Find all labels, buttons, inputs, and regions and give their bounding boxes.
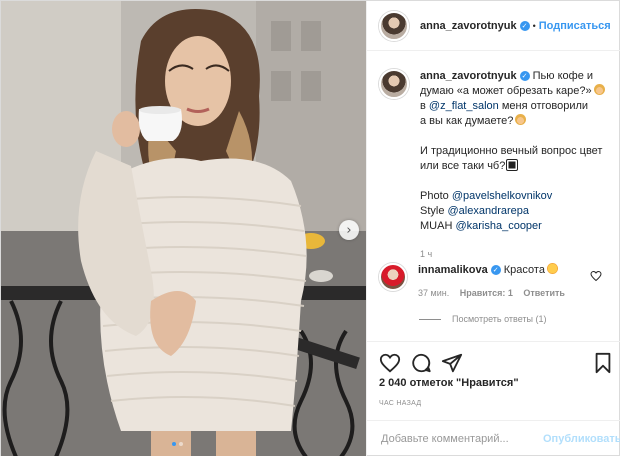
- caption-text: anna_zavorotnyuk ✓ Пью кофе и думаю «а мо…: [420, 69, 615, 262]
- replies-divider-line: [419, 318, 441, 320]
- caption-line3: а вы как думаете?: [420, 115, 514, 127]
- caption-line2-prefix: в: [420, 100, 429, 112]
- comment-like-heart-icon[interactable]: [590, 270, 602, 282]
- caption-timestamp[interactable]: 1 ч: [420, 247, 615, 262]
- person-tipping-hand-emoji-icon: [515, 114, 527, 125]
- mention-link-muah[interactable]: @karisha_cooper: [455, 220, 541, 232]
- avatar[interactable]: [379, 10, 409, 41]
- verified-badge-icon: ✓: [519, 71, 530, 82]
- mention-link-salon[interactable]: @z_flat_salon: [429, 100, 499, 112]
- black-square-button-emoji-icon: [507, 160, 518, 170]
- credit-photo-label: Photo: [420, 190, 452, 202]
- comment-text: Красота: [500, 264, 545, 276]
- carousel-indicator: [172, 442, 183, 446]
- caption-block: anna_zavorotnyuk ✓ Пью кофе и думаю «а мо…: [379, 69, 615, 262]
- credit-muah-label: MUAH: [420, 220, 456, 232]
- carousel-dot: [179, 442, 183, 446]
- comment-username[interactable]: innamalikova: [418, 264, 488, 276]
- mention-link-photo[interactable]: @pavelshelkovnikov: [452, 190, 552, 202]
- comment-meta: 37 мин. Нравится: 1 Ответить: [418, 286, 573, 301]
- post-timestamp[interactable]: ЧАС НАЗАД: [379, 400, 421, 407]
- post-header: anna_zavorotnyuk ✓ • Подписаться: [367, 1, 620, 51]
- likes-count[interactable]: 2 040 отметок "Нравится": [379, 377, 519, 389]
- smiling-face-emoji-icon: [546, 263, 558, 274]
- carousel-next-button[interactable]: ›: [339, 220, 359, 240]
- comment-icon[interactable]: [410, 352, 432, 374]
- add-comment-input[interactable]: [381, 433, 539, 445]
- view-replies-button[interactable]: Посмотреть ответы (1): [419, 314, 547, 324]
- comment-item: innamalikova ✓ Красота 37 мин. Нравится: …: [379, 263, 615, 301]
- share-icon[interactable]: [441, 352, 463, 374]
- header-username[interactable]: anna_zavorotnyuk: [420, 20, 517, 32]
- caption-paragraph-question: И традиционно вечный вопрос цвет или все…: [420, 144, 615, 174]
- verified-badge-icon: ✓: [519, 20, 530, 31]
- comment-time[interactable]: 37 мин.: [418, 288, 449, 298]
- mention-link-style[interactable]: @alexandrarepa: [448, 205, 530, 217]
- bookmark-icon[interactable]: [592, 352, 614, 374]
- instagram-post-modal: › anna_zavorotnyuk ✓ • Подписаться anna_…: [0, 0, 620, 456]
- comment-avatar[interactable]: [379, 263, 407, 291]
- caption-credits: Photo @pavelshelkovnikov Style @alexandr…: [420, 189, 615, 234]
- comment-reply-button[interactable]: Ответить: [523, 288, 565, 298]
- verified-badge-icon: ✓: [490, 265, 501, 276]
- post-photo[interactable]: ›: [1, 1, 366, 456]
- follow-button[interactable]: Подписаться: [539, 20, 611, 32]
- view-replies-label: Посмотреть ответы (1): [452, 314, 547, 324]
- comment-body: innamalikova ✓ Красота 37 мин. Нравится: …: [418, 263, 573, 301]
- blonde-woman-emoji-icon: [593, 84, 605, 95]
- carousel-dot-active: [172, 442, 176, 446]
- separator-dot: •: [532, 20, 536, 31]
- publish-button[interactable]: Опубликовать: [543, 433, 620, 445]
- caption-avatar[interactable]: [379, 69, 409, 99]
- post-details-panel: anna_zavorotnyuk ✓ • Подписаться anna_za…: [366, 1, 620, 456]
- chevron-right-icon: ›: [346, 222, 352, 238]
- photo-illustration: [1, 1, 366, 456]
- add-comment-bar: Опубликовать: [367, 420, 620, 456]
- caption-row: anna_zavorotnyuk ✓ Пью кофе и думаю «а мо…: [379, 69, 615, 262]
- caption-line2-suffix: меня отговорили: [498, 100, 589, 112]
- caption-username[interactable]: anna_zavorotnyuk: [420, 70, 517, 82]
- comment-likes[interactable]: Нравится: 1: [460, 288, 513, 298]
- heart-icon[interactable]: [379, 352, 401, 374]
- credit-style-label: Style: [420, 205, 448, 217]
